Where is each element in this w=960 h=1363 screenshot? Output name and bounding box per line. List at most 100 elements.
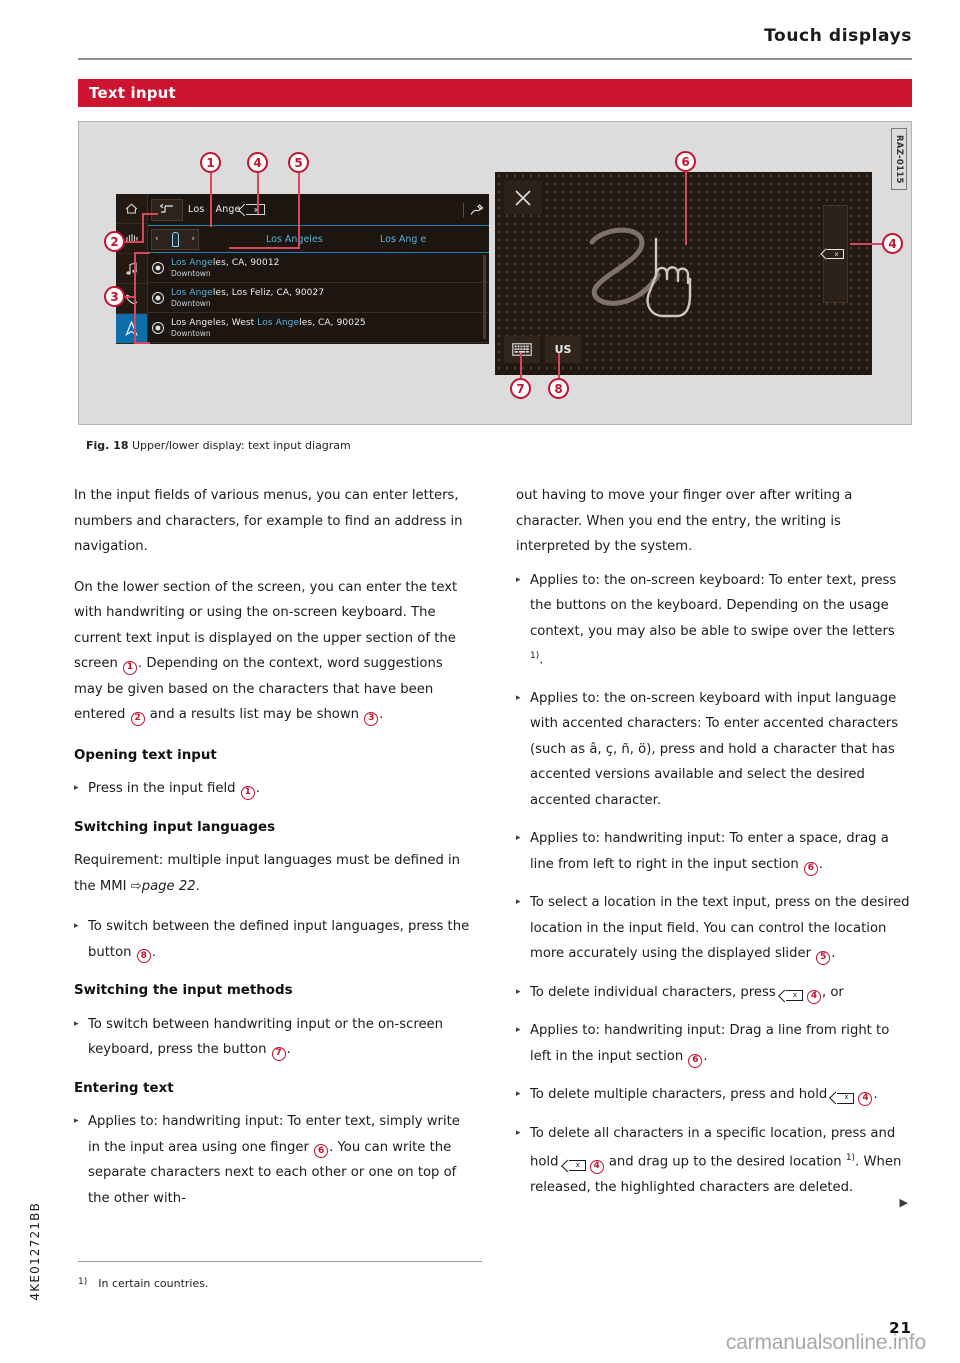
bullet-r1-a: Applies to: the on-screen keyboard: To e…	[530, 572, 897, 639]
slider-next-arrow[interactable]: ›	[191, 234, 195, 244]
sidebar-item-navigation[interactable]	[116, 314, 147, 344]
close-icon	[515, 189, 531, 206]
paragraph-1: In the input fields of various menus, yo…	[74, 488, 463, 554]
table-row[interactable]: Los Angeles, West Los Angeles, CA, 90025…	[148, 313, 489, 343]
ref-8: 8	[136, 949, 151, 964]
figure-caption-text: Upper/lower display: text input diagram	[131, 439, 351, 452]
list-item-text: Applies to: the on-screen keyboard: To e…	[530, 568, 912, 673]
list-item-text: To switch between handwriting input or t…	[88, 1012, 470, 1063]
backspace-icon: x	[837, 1092, 855, 1104]
bullet-r7-b: .	[873, 1087, 878, 1103]
bullet-marker-icon: ▸	[516, 897, 521, 908]
bullet-r6-b: .	[703, 1048, 708, 1064]
backspace-icon: x	[568, 1160, 586, 1172]
list-item: ▸ To switch between handwriting input or…	[74, 1012, 470, 1063]
bullet-r4-b: .	[831, 946, 836, 962]
footnote-ref-1: 1)	[845, 1153, 856, 1164]
list-item-text: To select a location in the text input, …	[530, 890, 912, 967]
input-field-row: LosAnge x	[148, 194, 489, 226]
bullet-r5-a: To delete individual characters, press	[530, 984, 780, 1000]
close-button[interactable]	[504, 181, 542, 214]
delete-button[interactable]: x	[823, 205, 848, 303]
back-button[interactable]	[151, 198, 183, 221]
sidebar-item-music[interactable]	[116, 254, 147, 284]
backspace-button[interactable]: x	[245, 204, 265, 215]
leader-line-3-h3	[134, 342, 150, 344]
callout-4-upper: 4	[247, 152, 268, 173]
text-input-field[interactable]: LosAnge x	[188, 204, 265, 215]
results-scrollbar[interactable]	[483, 255, 486, 339]
text-input-value-before: Los	[188, 204, 205, 215]
watermark: carmanualsonline.info	[725, 1331, 926, 1354]
leader-line-4-upper	[257, 173, 259, 214]
cross-reference-arrow-icon: ⇨	[130, 878, 142, 894]
ref-4: 4	[806, 989, 821, 1004]
list-item-subtitle: Downtown	[171, 328, 211, 338]
document-code: 4KE012721BB	[28, 1202, 42, 1301]
table-row[interactable]: Los Angeles, Los Feliz, CA, 90027 Downto…	[148, 283, 489, 313]
ref-6: 6	[803, 861, 818, 876]
leader-line-4-right	[850, 243, 886, 245]
list-item-text: Applies to: the on-screen keyboard with …	[530, 690, 899, 808]
slider-prev-arrow[interactable]: ‹	[155, 234, 159, 244]
list-item-subtitle: Downtown	[171, 268, 211, 278]
ref-6: 6	[688, 1053, 703, 1068]
list-item-texts: Los Angeles, CA, 90012 Downtown	[171, 258, 279, 278]
upper-display-main: LosAnge x ‹ › Los Angeles	[148, 194, 489, 344]
table-row[interactable]: Los Angeles, CA, 90012 Downtown	[148, 253, 489, 283]
paragraph-2-c: and a results list may be shown	[145, 707, 364, 722]
heading-opening-text-input: Opening text input	[74, 747, 217, 763]
list-item: ▸ Applies to: the on-screen keyboard wit…	[516, 686, 912, 814]
ref-1: 1	[123, 660, 138, 675]
list-item-text: To switch between the defined input lang…	[88, 914, 470, 965]
slider-thumb[interactable]	[171, 231, 179, 247]
bullet-marker-icon: ▸	[516, 986, 521, 997]
ref-4: 4	[589, 1159, 604, 1174]
bullet-1-a: Press in the input field	[88, 781, 240, 796]
figure-caption: Fig. 18 Upper/lower display: text input …	[86, 439, 351, 452]
word-suggestion-1[interactable]: Los Angeles	[266, 234, 323, 245]
list-item-title-highlight: Los Ange	[257, 317, 300, 328]
word-suggestion-2[interactable]: Los Ang e	[380, 234, 426, 245]
heading-switching-input-methods: Switching the input methods	[74, 983, 293, 998]
list-item: ▸ Applies to: handwriting input: Drag a …	[516, 1018, 912, 1069]
cursor-position-slider[interactable]: ‹ ›	[151, 228, 199, 250]
bullet-r4-a: To select a location in the text input, …	[530, 895, 910, 962]
callout-7: 7	[510, 378, 531, 399]
list-item: ▸ To delete all characters in a specific…	[516, 1121, 912, 1201]
paragraph-2: On the lower section of the screen, you …	[74, 575, 470, 728]
leader-line-6	[685, 172, 687, 245]
paragraph-continuation: out having to move your finger over afte…	[516, 488, 853, 554]
suggestion-row: ‹ › Los Angeles Los Ang e	[148, 226, 489, 253]
handwriting-input-area[interactable]	[570, 217, 760, 327]
list-item-text: Applies to: handwriting input: To enter …	[88, 1109, 470, 1211]
keyboard-toggle-button[interactable]	[504, 336, 540, 363]
footnote: 1) In certain countries.	[78, 1277, 209, 1290]
bullet-marker-icon: ▸	[516, 1089, 521, 1100]
list-item: ▸ To select a location in the text input…	[516, 890, 912, 967]
footnote-text: In certain countries.	[98, 1277, 209, 1290]
cross-reference-link[interactable]: page 22	[142, 879, 196, 894]
ref-7: 7	[271, 1046, 286, 1061]
radio-icon	[152, 291, 164, 304]
list-item-text: Press in the input field 1.	[88, 776, 470, 802]
ref-4: 4	[858, 1092, 873, 1107]
bullet-3-b: .	[286, 1042, 291, 1057]
input-field-right-controls	[463, 202, 484, 217]
list-item-title-highlight: Los Ange	[171, 287, 213, 298]
leader-line-2-v	[142, 213, 144, 243]
list-item: ▸ Press in the input field 1.	[74, 776, 470, 802]
bullet-r3-a: Applies to: handwriting input: To enter …	[530, 831, 889, 872]
back-arrow-icon	[159, 204, 173, 213]
voice-input-icon[interactable]	[470, 203, 484, 216]
list-item-text: Applies to: handwriting input: Drag a li…	[530, 1018, 912, 1069]
bullet-1-b: .	[255, 781, 260, 796]
handwriting-hand-icon	[589, 227, 692, 318]
footnote-ref-1: 1)	[530, 651, 540, 661]
input-language-button[interactable]: US	[545, 336, 581, 363]
list-item-texts: Los Angeles, Los Feliz, CA, 90027 Downto…	[171, 288, 324, 308]
list-item-subtitle: Downtown	[171, 298, 211, 308]
lower-display-screen: x US	[495, 172, 872, 375]
figure-reference-code-text: RAZ-0115	[894, 134, 904, 184]
body-column-left: In the input fields of various menus, yo…	[74, 483, 470, 1224]
